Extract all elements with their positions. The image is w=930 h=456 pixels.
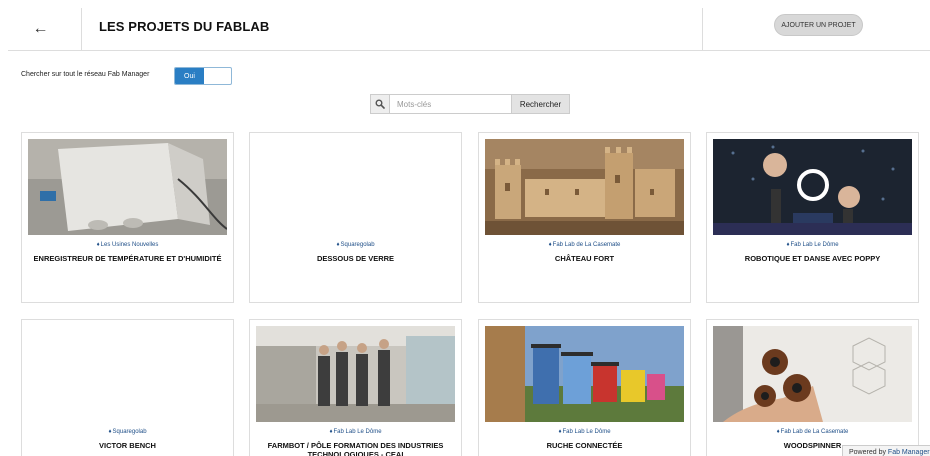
search-input[interactable] [390, 94, 512, 114]
project-card[interactable]: ♦Fab Lab de La Casemate WOODSPINNER [706, 319, 919, 456]
powered-by-brand: Fab Manager [887, 449, 930, 456]
project-lab-label: Squaregolab [340, 242, 375, 248]
tag-icon: ♦ [96, 242, 100, 248]
project-lab[interactable]: ♦Fab Lab Le Dôme [250, 429, 461, 435]
project-image [485, 139, 684, 235]
project-lab-label: Les Usines Nouvelles [100, 242, 159, 248]
project-lab-label: Fab Lab de La Casemate [552, 242, 621, 248]
header-divider [702, 8, 703, 50]
tag-icon: ♦ [336, 242, 340, 248]
project-title: RUCHE CONNECTÉE [546, 441, 623, 450]
project-card[interactable]: ♦Fab Lab Le Dôme FARMBOT / PÔLE FORMATIO… [249, 319, 462, 456]
tag-icon: ♦ [548, 242, 552, 248]
project-lab[interactable]: ♦Fab Lab Le Dôme [479, 429, 690, 435]
project-lab-label: Fab Lab Le Dôme [790, 242, 839, 248]
tag-icon: ♦ [786, 242, 790, 248]
add-project-button[interactable]: AJOUTER UN PROJET [774, 14, 863, 36]
project-image [256, 326, 455, 422]
project-title: CHÂTEAU FORT [554, 254, 615, 263]
project-image [28, 139, 227, 235]
powered-by-label: Powered by [849, 449, 886, 456]
project-card[interactable]: ♦Fab Lab de La Casemate CHÂTEAU FORT [478, 132, 691, 303]
project-image-placeholder [28, 326, 227, 422]
toggle-on-label: Oui [175, 68, 204, 84]
project-card[interactable]: ♦Squaregolab VICTOR BENCH [21, 319, 234, 456]
tag-icon: ♦ [329, 429, 333, 435]
project-lab[interactable]: ♦Fab Lab de La Casemate [707, 429, 918, 435]
project-card[interactable]: ♦Fab Lab Le Dôme RUCHE CONNECTÉE [478, 319, 691, 456]
project-title: ENREGISTREUR DE TEMPÉRATURE ET D'HUMIDIT… [33, 254, 222, 263]
project-image [713, 139, 912, 235]
project-title: FARMBOT / PÔLE FORMATION DES INDUSTRIES … [267, 441, 444, 456]
header-divider-line [8, 50, 930, 51]
project-lab[interactable]: ♦Squaregolab [22, 429, 233, 435]
search-icon [370, 94, 390, 114]
project-title: ROBOTIQUE ET DANSE AVEC POPPY [744, 254, 881, 263]
project-image [713, 326, 912, 422]
project-image-placeholder [256, 139, 455, 235]
project-lab[interactable]: ♦Squaregolab [250, 242, 461, 248]
back-button[interactable]: ← [0, 8, 82, 50]
project-card[interactable]: ♦Fab Lab Le Dôme ROBOTIQUE ET DANSE AVEC… [706, 132, 919, 303]
project-lab[interactable]: ♦Les Usines Nouvelles [22, 242, 233, 248]
project-lab[interactable]: ♦Fab Lab Le Dôme [707, 242, 918, 248]
project-title: DESSOUS DE VERRE [316, 254, 395, 263]
project-card[interactable]: ♦Squaregolab DESSOUS DE VERRE [249, 132, 462, 303]
project-card[interactable]: ♦Les Usines Nouvelles ENREGISTREUR DE TE… [21, 132, 234, 303]
project-image [485, 326, 684, 422]
project-title: VICTOR BENCH [99, 441, 156, 450]
tag-icon: ♦ [776, 429, 780, 435]
project-lab-label: Fab Lab Le Dôme [562, 429, 611, 435]
project-lab-label: Fab Lab de La Casemate [780, 429, 849, 435]
project-lab-label: Squaregolab [112, 429, 147, 435]
search-button[interactable]: Rechercher [512, 94, 570, 114]
project-lab[interactable]: ♦Fab Lab de La Casemate [479, 242, 690, 248]
tag-icon: ♦ [558, 429, 562, 435]
project-lab-label: Fab Lab Le Dôme [333, 429, 382, 435]
page-title: LES PROJETS DU FABLAB [99, 19, 270, 34]
powered-by-badge[interactable]: Powered by Fab Manager [842, 445, 930, 456]
tag-icon: ♦ [108, 429, 112, 435]
search-bar: Rechercher [370, 94, 570, 114]
arrow-left-icon: ← [32, 20, 49, 37]
network-search-toggle[interactable]: Oui [174, 67, 232, 85]
network-search-label: Chercher sur tout le réseau Fab Manager [21, 71, 150, 78]
page-header: ← LES PROJETS DU FABLAB AJOUTER UN PROJE… [0, 0, 930, 52]
